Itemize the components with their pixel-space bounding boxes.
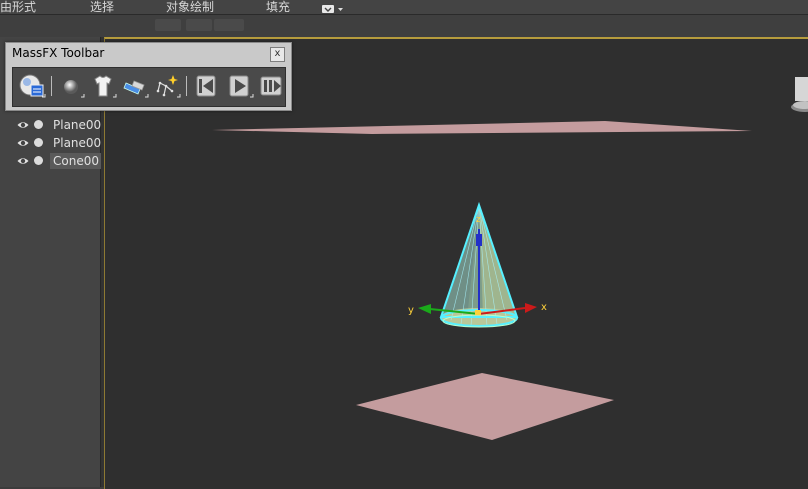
ragdoll-icon xyxy=(156,75,181,98)
reset-simulation-button[interactable] xyxy=(191,71,221,101)
toolbar-separator xyxy=(51,76,52,96)
world-settings-icon xyxy=(19,74,46,98)
scene-item-plane[interactable]: Plane00 xyxy=(17,117,107,133)
scene-item-label: Plane00 xyxy=(53,118,102,132)
render-toggle-icon[interactable] xyxy=(34,120,43,129)
gizmo-x-label: x xyxy=(541,302,547,313)
world-settings-button[interactable] xyxy=(17,71,47,101)
mcloth-icon xyxy=(94,75,117,98)
toolbar-separator xyxy=(186,76,187,96)
visibility-eye-icon[interactable] xyxy=(17,119,29,131)
toolbar-button-strip xyxy=(12,67,286,107)
rigid-body-button[interactable] xyxy=(56,71,86,101)
reset-simulation-icon xyxy=(196,75,216,97)
viewcube-icon[interactable] xyxy=(791,77,808,112)
scene-item-label: Cone00 xyxy=(50,153,102,169)
plane-object-top[interactable] xyxy=(212,121,752,134)
mcloth-button[interactable] xyxy=(88,71,118,101)
ribbon-options-dropdown[interactable] xyxy=(320,0,346,13)
menu-item-selection[interactable]: 选择 xyxy=(90,0,114,15)
play-simulation-icon xyxy=(229,75,254,98)
massfx-toolbar: MassFX Toolbar x xyxy=(5,42,292,111)
close-button[interactable]: x xyxy=(270,47,285,62)
constraint-icon xyxy=(123,80,149,98)
rigid-body-icon xyxy=(64,80,85,98)
render-toggle-icon[interactable] xyxy=(34,156,43,165)
ribbon-tool[interactable] xyxy=(214,19,244,31)
ribbon-bar xyxy=(0,15,808,38)
play-simulation-button[interactable] xyxy=(225,71,255,101)
toolbar-title: MassFX Toolbar xyxy=(12,46,105,60)
menu-item-freeform[interactable]: 由形式 xyxy=(0,0,36,15)
plane-object-bottom[interactable] xyxy=(356,373,614,440)
step-simulation-icon xyxy=(260,76,282,96)
scene-item-cone[interactable]: Cone00 xyxy=(17,153,107,169)
ribbon-tool[interactable] xyxy=(186,19,212,31)
gizmo-z-label: z xyxy=(476,215,481,225)
scene-item-label: Plane00 xyxy=(53,136,102,150)
gizmo-y-label: y xyxy=(408,305,414,316)
constraint-button[interactable] xyxy=(120,71,150,101)
ribbon-tool[interactable] xyxy=(155,19,181,31)
menu-bar: 由形式 选择 对象绘制 填充 xyxy=(0,0,808,15)
step-simulation-button[interactable] xyxy=(257,71,287,101)
render-toggle-icon[interactable] xyxy=(34,138,43,147)
scene-item-plane[interactable]: Plane00 xyxy=(17,135,107,151)
dropdown-icon xyxy=(322,5,343,13)
visibility-eye-icon[interactable] xyxy=(17,155,29,167)
menu-item-object-paint[interactable]: 对象绘制 xyxy=(166,0,214,15)
visibility-eye-icon[interactable] xyxy=(17,137,29,149)
ragdoll-button[interactable] xyxy=(152,71,182,101)
menu-item-populate[interactable]: 填充 xyxy=(266,0,290,15)
